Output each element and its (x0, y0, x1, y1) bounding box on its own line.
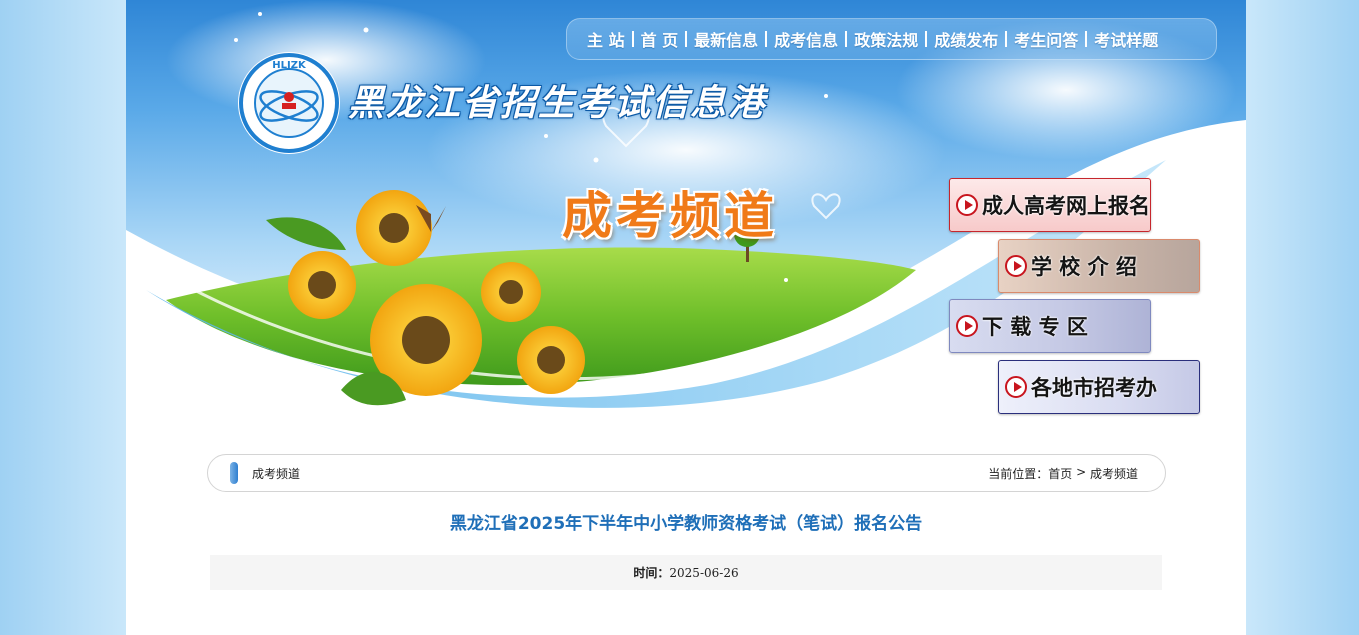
breadcrumb-current-link[interactable]: 成考频道 (1090, 465, 1138, 482)
nav-main-site[interactable]: 主 站 (587, 27, 625, 51)
section-marker-icon (230, 462, 238, 484)
play-icon (1005, 255, 1027, 277)
nav-separator (765, 31, 768, 47)
nav-latest-info[interactable]: 最新信息 (694, 27, 758, 51)
article-meta: 时间： 2025-06-26 (210, 555, 1162, 590)
city-exam-offices-button[interactable]: 各地市招考办 (998, 360, 1200, 414)
play-icon (956, 315, 978, 337)
button-label: 下 载 专 区 (982, 314, 1088, 339)
nav-separator (925, 31, 928, 47)
page: 主 站 首 页 最新信息 成考信息 政策法规 成绩发布 考生问答 考试样题 HL… (126, 0, 1246, 635)
nav-separator (1005, 31, 1008, 47)
breadcrumb-label: 当前位置： (988, 466, 1049, 481)
nav-faq[interactable]: 考生问答 (1014, 27, 1078, 51)
publish-date: 2025-06-26 (669, 565, 739, 580)
breadcrumb: 当前位置： 首页 > 成考频道 (988, 465, 1138, 482)
banner: 主 站 首 页 最新信息 成考信息 政策法规 成绩发布 考生问答 考试样题 HL… (126, 0, 1246, 440)
article-title: 黑龙江省2025年下半年中小学教师资格考试（笔试）报名公告 (449, 514, 923, 534)
logo-text: HLJZK (272, 60, 307, 71)
nav-separator (845, 31, 848, 47)
site-title: 黑龙江省招生考试信息港 (348, 82, 767, 124)
play-icon (956, 194, 978, 216)
online-registration-button[interactable]: 成人高考网上报名 (949, 178, 1151, 232)
nav-scores[interactable]: 成绩发布 (934, 27, 998, 51)
top-nav: 主 站 首 页 最新信息 成考信息 政策法规 成绩发布 考生问答 考试样题 (566, 18, 1217, 60)
nav-policies[interactable]: 政策法规 (854, 27, 918, 51)
play-icon (1005, 376, 1027, 398)
nav-home[interactable]: 首 页 (641, 27, 679, 51)
nav-separator (1085, 31, 1088, 47)
channel-title: 成考频道 (562, 187, 778, 245)
section-name: 成考频道 (252, 466, 301, 481)
breadcrumb-separator: > (1072, 464, 1090, 479)
button-label: 各地市招考办 (1031, 375, 1157, 400)
breadcrumb-bar: 成考频道 当前位置： 首页 > 成考频道 (207, 454, 1166, 492)
time-label: 时间： (633, 566, 670, 580)
school-intro-button[interactable]: 学 校 介 绍 (998, 239, 1200, 293)
button-label: 成人高考网上报名 (982, 193, 1150, 218)
nav-adult-exam-info[interactable]: 成考信息 (774, 27, 838, 51)
breadcrumb-home-link[interactable]: 首页 (1048, 465, 1072, 482)
button-label: 学 校 介 绍 (1031, 254, 1137, 279)
nav-separator (685, 31, 688, 47)
nav-separator (631, 31, 634, 47)
site-logo-icon[interactable]: HLJZK (236, 50, 342, 156)
download-zone-button[interactable]: 下 载 专 区 (949, 299, 1151, 353)
nav-sample-questions[interactable]: 考试样题 (1094, 27, 1158, 51)
